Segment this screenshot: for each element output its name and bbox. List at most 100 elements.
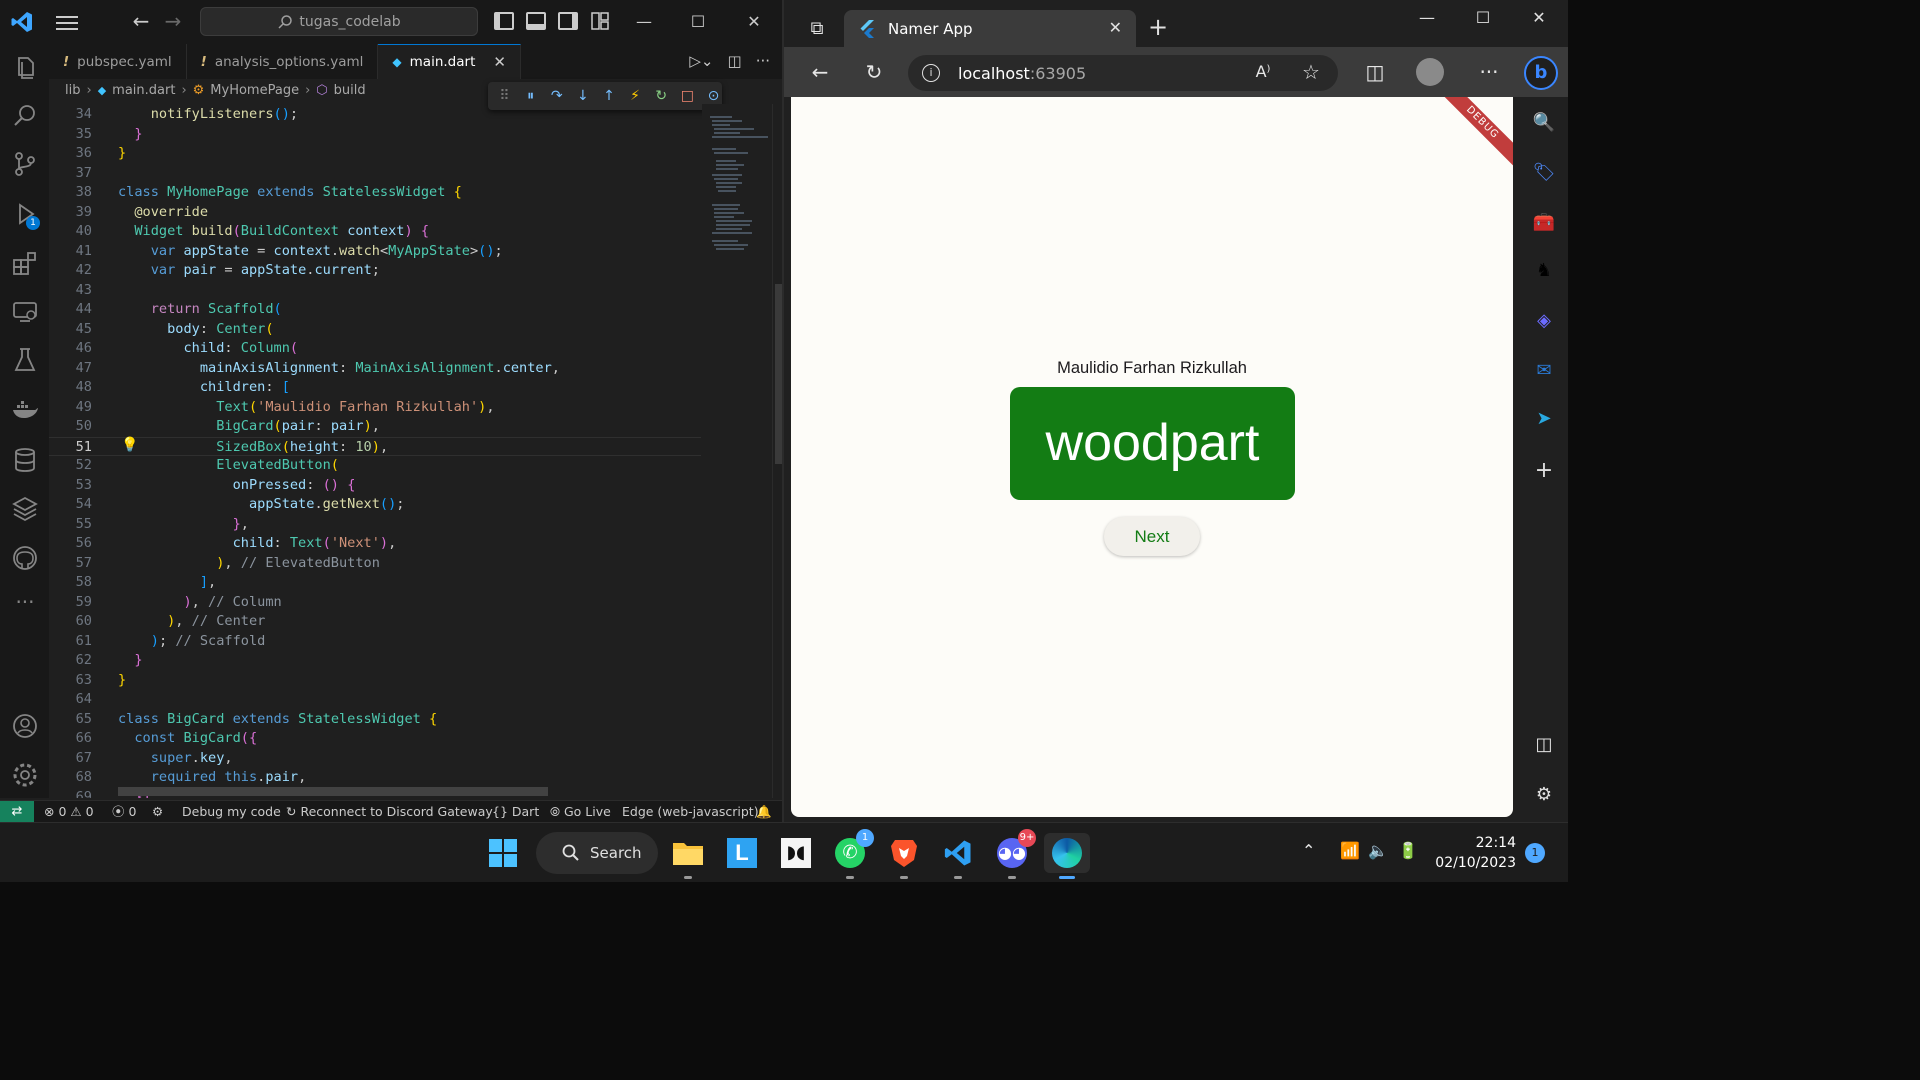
breadcrumb-folder[interactable]: lib [65, 83, 80, 98]
problems-indicator[interactable]: ⊗ 0 ⚠ 0 [44, 801, 94, 822]
breadcrumb-method[interactable]: build [334, 83, 366, 98]
code-line[interactable]: 41 var appState = context.watch<MyAppSta… [49, 242, 701, 262]
breadcrumb-class[interactable]: MyHomePage [210, 83, 299, 98]
debug-config[interactable]: Debug my code [182, 801, 281, 822]
more-actions-icon[interactable]: ··· [756, 52, 770, 70]
code-line[interactable]: 48 children: [ [49, 378, 701, 398]
code-line[interactable]: 65 class BigCard extends StatelessWidget … [49, 710, 701, 730]
tab-actions-icon[interactable]: ⧉ [804, 17, 830, 41]
step-into-icon[interactable]: ↓ [574, 88, 591, 104]
dolby-app-icon[interactable]: ◗◖ [776, 833, 816, 873]
code-line[interactable]: 56 child: Text('Next'), [49, 534, 701, 554]
customize-layout-icon[interactable] [591, 12, 609, 30]
code-line[interactable]: 42 var pair = appState.current; [49, 261, 701, 281]
drag-handle-icon[interactable]: ⠿ [496, 88, 513, 104]
profile-avatar[interactable] [1416, 58, 1444, 86]
run-debug-icon[interactable]: 1 [11, 200, 40, 230]
close-tab-icon[interactable]: ✕ [493, 53, 506, 71]
code-line[interactable]: 62 } [49, 651, 701, 671]
site-info-icon[interactable]: i [922, 64, 940, 82]
more-views-icon[interactable]: ··· [11, 592, 39, 620]
layers-icon[interactable] [11, 494, 39, 522]
flutter-device[interactable]: Edge (web-javascript) [622, 801, 759, 822]
hamburger-menu-icon[interactable] [56, 12, 78, 32]
toggle-secondary-sidebar-icon[interactable] [558, 12, 578, 30]
brave-browser-icon[interactable] [884, 833, 924, 879]
ports-indicator[interactable]: ⦿ 0 [112, 801, 136, 822]
search-icon[interactable]: 🔍 [1530, 109, 1558, 137]
discord-icon[interactable]: ◕◕ 9+ [992, 829, 1036, 879]
code-line[interactable]: 64 [49, 690, 701, 710]
code-line[interactable]: 40 Widget build(BuildContext context) { [49, 222, 701, 242]
vscode-taskbar-icon[interactable] [938, 833, 978, 879]
scrollbar-thumb[interactable] [775, 284, 782, 464]
breadcrumb-file[interactable]: main.dart [112, 83, 175, 98]
code-line[interactable]: 66 const BigCard({ [49, 729, 701, 749]
restart-icon[interactable]: ↻ [653, 88, 670, 104]
split-editor-icon[interactable]: ◫ [728, 52, 742, 70]
source-control-icon[interactable] [11, 150, 39, 178]
extensions-icon[interactable] [11, 250, 39, 278]
code-line[interactable]: 49 Text('Maulidio Farhan Rizkullah'), [49, 398, 701, 418]
code-line[interactable]: 45 body: Center( [49, 320, 701, 340]
command-center-search[interactable]: tugas_codelab [200, 7, 478, 36]
tab-pubspec[interactable]: ! pubspec.yaml [49, 44, 187, 79]
code-line[interactable]: 55 }, [49, 515, 701, 535]
battery-icon[interactable]: 🔋 [1398, 841, 1418, 860]
taskbar-search[interactable]: Search [536, 832, 658, 874]
code-line[interactable]: 59 ), // Column [49, 593, 701, 613]
code-line[interactable]: 57 ), // ElevatedButton [49, 554, 701, 574]
tab-analysis-options[interactable]: ! analysis_options.yaml [187, 44, 379, 79]
tools-icon[interactable]: 🧰 [1530, 209, 1558, 237]
refresh-icon[interactable]: ↻ [861, 60, 887, 84]
next-button[interactable]: Next [1104, 517, 1200, 556]
favorite-star-icon[interactable]: ☆ [1298, 60, 1324, 84]
back-arrow-icon[interactable]: ← [130, 10, 152, 32]
copilot-bing-icon[interactable]: b [1524, 56, 1558, 90]
code-line[interactable]: 44 return Scaffold( [49, 300, 701, 320]
hide-sidebar-icon[interactable]: ◫ [1530, 731, 1558, 759]
notifications-bell-icon[interactable]: 🔔 [756, 801, 772, 822]
remote-explorer-icon[interactable] [11, 298, 39, 326]
vertical-scrollbar[interactable] [772, 104, 782, 798]
forward-arrow-icon[interactable]: → [162, 10, 184, 32]
code-line[interactable]: 54 appState.getNext(); [49, 495, 701, 515]
code-line[interactable]: 50 BigCard(pair: pair), [49, 417, 701, 437]
minimize-icon[interactable]: — [1412, 8, 1442, 27]
lightbulb-icon[interactable]: 💡 [121, 437, 138, 453]
run-debug-dropdown-icon[interactable]: ▷⌄ [689, 52, 713, 70]
start-windows-icon[interactable] [483, 833, 523, 873]
volume-icon[interactable]: 🔈 [1368, 841, 1388, 860]
code-line[interactable]: 58 ], [49, 573, 701, 593]
docker-icon[interactable] [11, 396, 39, 424]
code-line[interactable]: 38 class MyHomePage extends StatelessWidg… [49, 183, 701, 203]
toggle-sidebar-icon[interactable] [494, 12, 514, 30]
close-tab-icon[interactable]: ✕ [1109, 18, 1122, 37]
outlook-icon[interactable]: ✉ [1530, 357, 1558, 385]
explorer-icon[interactable] [11, 54, 39, 82]
horizontal-scrollbar[interactable] [118, 787, 548, 796]
code-line[interactable]: 52 ElevatedButton( [49, 456, 701, 476]
more-menu-icon[interactable]: ··· [1476, 60, 1502, 84]
pause-icon[interactable]: ⏸ [522, 88, 539, 104]
sidebar-settings-icon[interactable]: ⚙ [1530, 781, 1558, 809]
go-live-button[interactable]: ⦾ Go Live [550, 801, 611, 822]
close-window-icon[interactable]: ✕ [742, 10, 766, 34]
notification-count[interactable]: 1 [1525, 843, 1545, 863]
close-window-icon[interactable]: ✕ [1524, 8, 1554, 27]
minimap[interactable] [702, 104, 772, 798]
database-icon[interactable] [11, 446, 39, 474]
language-mode[interactable]: {} Dart [492, 801, 539, 822]
code-line[interactable]: 53 onPressed: () { [49, 476, 701, 496]
new-tab-icon[interactable]: + [1148, 13, 1168, 41]
wifi-icon[interactable]: 📶 [1340, 841, 1360, 860]
code-line[interactable]: 43 [49, 281, 701, 301]
testing-icon[interactable] [11, 346, 39, 374]
clock[interactable]: 22:14 02/10/2023 [1420, 833, 1516, 873]
step-out-icon[interactable]: ↑ [600, 88, 617, 104]
code-line[interactable]: 61 ); // Scaffold [49, 632, 701, 652]
code-line[interactable]: 67 super.key, [49, 749, 701, 769]
shopping-tag-icon[interactable]: 🏷 [1530, 159, 1558, 187]
stop-icon[interactable]: □ [679, 88, 696, 104]
maximize-icon[interactable]: ☐ [686, 10, 710, 34]
